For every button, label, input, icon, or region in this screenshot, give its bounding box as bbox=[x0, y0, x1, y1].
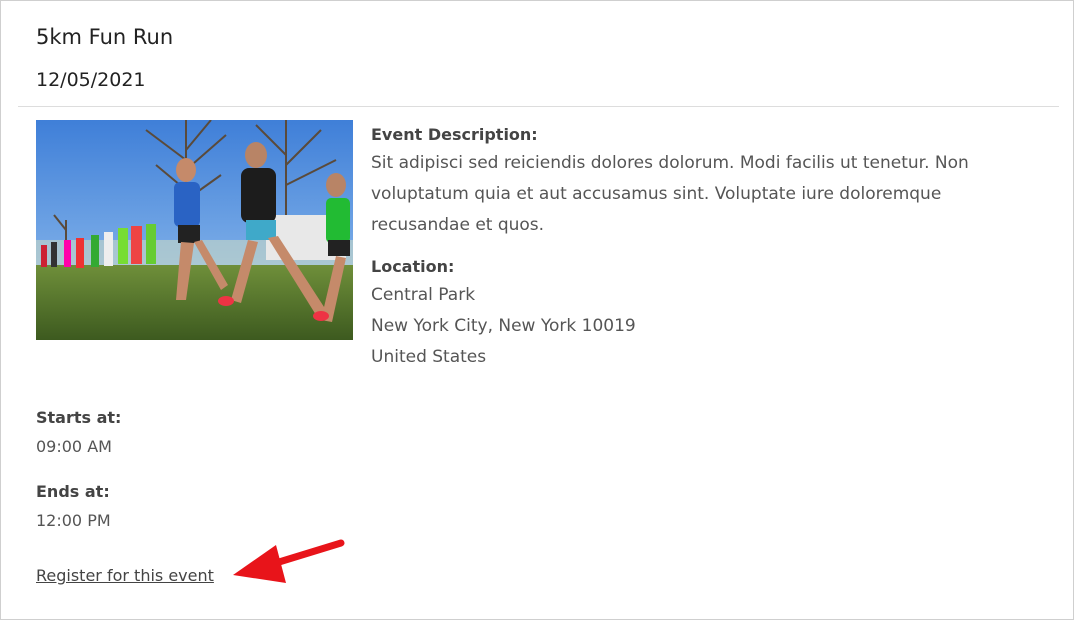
location-country: United States bbox=[371, 347, 487, 367]
location-label: Location: bbox=[371, 257, 455, 276]
event-times: Starts at: 09:00 AM Ends at: 12:00 PM bbox=[36, 405, 336, 536]
ends-time: 12:00 PM bbox=[36, 511, 111, 530]
description-label: Event Description: bbox=[371, 125, 538, 144]
event-description: Sit adipisci sed reiciendis dolores dolo… bbox=[371, 153, 969, 235]
event-image bbox=[36, 120, 353, 340]
divider bbox=[18, 106, 1059, 107]
event-date: 12/05/2021 bbox=[36, 69, 146, 91]
ends-label: Ends at: bbox=[36, 482, 110, 501]
event-title: 5km Fun Run bbox=[36, 25, 174, 49]
event-card: 5km Fun Run 12/05/2021 Event Description… bbox=[0, 0, 1074, 620]
starts-label: Starts at: bbox=[36, 408, 122, 427]
location-city: New York City, New York 10019 bbox=[371, 316, 636, 336]
event-details: Event Description: Sit adipisci sed reic… bbox=[371, 122, 1051, 373]
red-arrow-icon bbox=[233, 539, 345, 583]
register-link[interactable]: Register for this event bbox=[36, 566, 214, 585]
location-venue: Central Park bbox=[371, 285, 476, 305]
starts-time: 09:00 AM bbox=[36, 437, 112, 456]
